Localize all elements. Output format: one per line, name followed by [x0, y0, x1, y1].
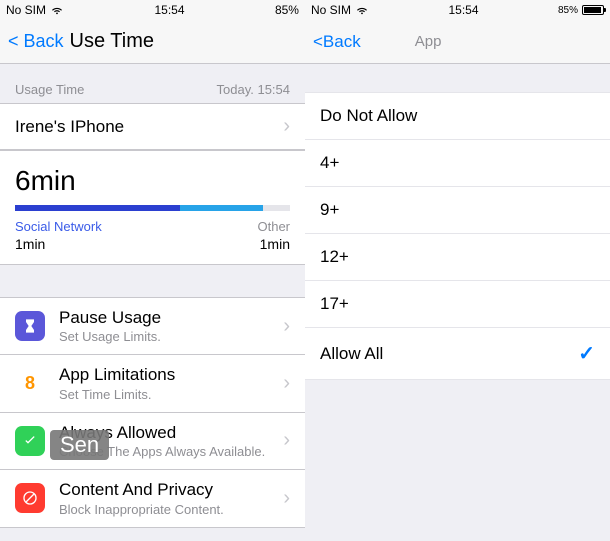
option-9plus[interactable]: 9+	[305, 187, 610, 234]
wifi-icon	[355, 2, 369, 19]
category-social: Social Network	[15, 219, 102, 234]
check-icon	[15, 426, 45, 456]
option-label: 9+	[320, 200, 339, 220]
option-do-not-allow[interactable]: Do Not Allow	[305, 92, 610, 140]
clock-label: 15:54	[448, 3, 478, 17]
menu-item-sub: Block Inappropriate Content.	[59, 502, 269, 517]
chevron-right-icon: ›	[283, 429, 290, 452]
option-12plus[interactable]: 12+	[305, 234, 610, 281]
usage-summary: 6min Social Network 1min Other 1min	[0, 150, 305, 265]
chevron-right-icon: ›	[283, 115, 290, 138]
carrier-label: No SIM	[311, 3, 351, 17]
status-bar-right: No SIM 15:54 85%	[305, 0, 610, 20]
menu-item-title: Pause Usage	[59, 308, 269, 328]
menu-app-limitations[interactable]: 8 App Limitations Set Time Limits. ›	[0, 354, 305, 411]
menu-item-title: Content And Privacy	[59, 480, 269, 500]
settings-menu: Pause Usage Set Usage Limits. › 8 App Li…	[0, 297, 305, 528]
menu-item-sub: Set Time Limits.	[59, 387, 269, 402]
battery-icon	[582, 5, 604, 15]
status-bar-left: No SIM 15:54 85%	[0, 0, 305, 20]
menu-always-allowed[interactable]: Always Allowed Choose The Apps Always Av…	[0, 412, 305, 469]
option-17plus[interactable]: 17+	[305, 281, 610, 328]
usage-progress-bar	[15, 205, 290, 211]
section-date: Today. 15:54	[217, 82, 290, 97]
nav-bar-left: < Back Use Time	[0, 20, 305, 64]
clock-label: 15:54	[154, 3, 184, 17]
category-other-time: 1min	[257, 236, 290, 252]
category-other: Other	[257, 219, 290, 234]
chevron-right-icon: ›	[283, 372, 290, 395]
section-header-usage: Usage Time Today. 15:54	[0, 64, 305, 103]
option-label: Allow All	[320, 344, 383, 364]
menu-item-sub: Set Usage Limits.	[59, 329, 269, 344]
timer-icon: 8	[15, 369, 45, 399]
menu-pause-usage[interactable]: Pause Usage Set Usage Limits. ›	[0, 297, 305, 354]
checkmark-icon: ✓	[578, 341, 595, 366]
option-allow-all[interactable]: Allow All ✓	[305, 328, 610, 380]
battery-percent: 85%	[275, 3, 299, 17]
device-name: Irene's IPhone	[15, 117, 124, 137]
back-button[interactable]: <Back	[313, 32, 361, 52]
option-label: 17+	[320, 294, 349, 314]
chevron-right-icon: ›	[283, 487, 290, 510]
chevron-right-icon: ›	[283, 315, 290, 338]
total-time: 6min	[15, 165, 290, 197]
wifi-icon	[50, 2, 64, 19]
no-entry-icon	[15, 483, 45, 513]
section-label: Usage Time	[15, 82, 84, 97]
option-4plus[interactable]: 4+	[305, 140, 610, 187]
battery-percent: 85%	[558, 5, 578, 16]
option-label: Do Not Allow	[320, 106, 417, 126]
category-social-time: 1min	[15, 236, 102, 252]
age-rating-list: Do Not Allow 4+ 9+ 12+ 17+ Allow All ✓	[305, 92, 610, 380]
back-button[interactable]: < Back	[8, 31, 64, 52]
carrier-label: No SIM	[6, 3, 46, 17]
nav-bar-right: <Back App	[305, 20, 610, 64]
page-title: Use Time	[70, 30, 154, 53]
option-label: 4+	[320, 153, 339, 173]
menu-item-sub: Choose The Apps Always Available.	[59, 444, 269, 459]
menu-item-title: Always Allowed	[59, 423, 269, 443]
option-label: 12+	[320, 247, 349, 267]
page-title: App	[415, 33, 442, 50]
hourglass-icon	[15, 311, 45, 341]
menu-item-title: App Limitations	[59, 365, 269, 385]
device-cell[interactable]: Irene's IPhone ›	[0, 103, 305, 150]
menu-content-privacy[interactable]: Content And Privacy Block Inappropriate …	[0, 469, 305, 527]
